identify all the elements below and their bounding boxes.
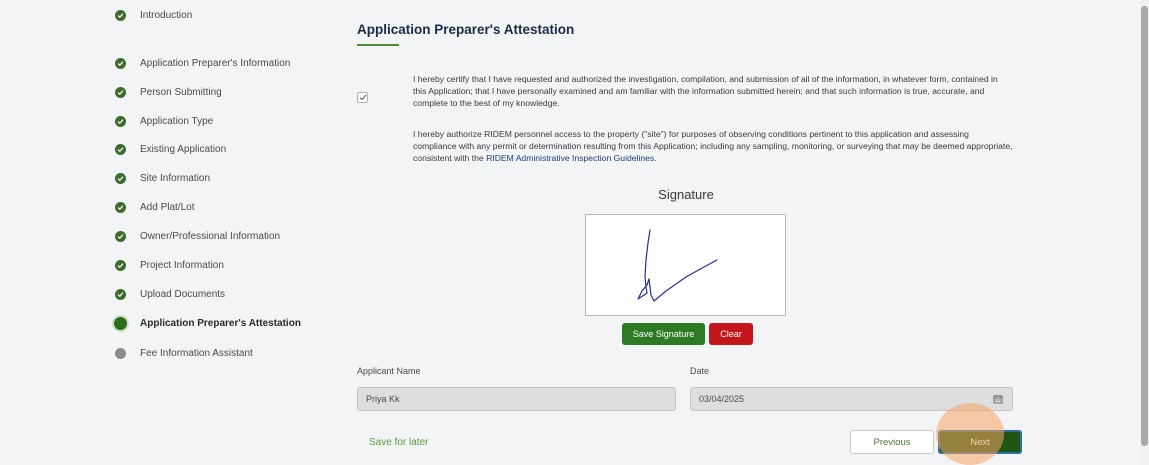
pending-step-icon <box>115 347 126 359</box>
guidelines-suffix: . <box>654 153 657 163</box>
step-item[interactable]: Site Information <box>115 168 210 188</box>
step-item[interactable]: Application Preparer's Attestation <box>114 313 301 333</box>
step-label: Application Preparer's Information <box>140 57 291 69</box>
step-item[interactable]: Owner/Professional Information <box>115 226 280 246</box>
check-circle-icon <box>115 115 126 127</box>
step-item[interactable]: Add Plat/Lot <box>115 197 194 217</box>
certify-text: I hereby certify that I have requested a… <box>413 74 998 108</box>
signature-pad[interactable] <box>585 214 786 316</box>
current-step-icon <box>114 316 127 330</box>
page-scrollbar[interactable] <box>1140 0 1149 465</box>
previous-button[interactable]: Previous <box>850 430 934 454</box>
applicant-name-value: Priya Kk <box>366 394 400 404</box>
signature-title: Signature <box>658 187 714 202</box>
step-item[interactable]: Existing Application <box>115 139 226 159</box>
title-underline <box>357 44 399 46</box>
step-label: Person Submitting <box>140 86 222 98</box>
authorize-text: I hereby authorize RIDEM personnel acces… <box>413 128 1013 164</box>
date-value: 03/04/2025 <box>699 394 745 404</box>
step-label: Project Information <box>140 259 224 271</box>
applicant-name-label: Applicant Name <box>357 366 421 376</box>
scrollbar-thumb[interactable] <box>1141 6 1148 446</box>
step-label: Owner/Professional Information <box>140 230 281 242</box>
check-circle-icon <box>115 259 126 271</box>
step-item[interactable]: Person Submitting <box>115 82 222 102</box>
check-circle-icon <box>115 201 126 213</box>
step-item[interactable]: Project Information <box>115 255 224 275</box>
application-panel: Introduction Application Preparer's Infor… <box>0 0 1140 465</box>
clear-signature-button[interactable]: Clear <box>709 323 753 345</box>
check-circle-icon <box>115 143 126 155</box>
checkmark-icon <box>359 94 366 101</box>
check-circle-icon <box>115 9 126 21</box>
step-item[interactable]: Fee Information Assistant <box>115 343 253 363</box>
step-label: Add Plat/Lot <box>140 201 195 213</box>
date-field[interactable]: 03/04/2025 <box>690 387 1013 411</box>
check-circle-icon <box>115 230 126 242</box>
save-for-later-link[interactable]: Save for later <box>369 437 428 448</box>
step-label: Introduction <box>140 9 193 21</box>
step-label: Site Information <box>140 172 211 184</box>
applicant-name-field[interactable]: Priya Kk <box>357 387 676 411</box>
step-label: Upload Documents <box>140 288 226 300</box>
calendar-icon[interactable] <box>993 394 1003 404</box>
check-circle-icon <box>115 172 126 184</box>
certify-checkbox[interactable] <box>357 92 368 103</box>
save-signature-button[interactable]: Save Signature <box>622 323 705 345</box>
next-button[interactable]: Next <box>938 430 1022 454</box>
step-item[interactable]: Upload Documents <box>115 284 225 304</box>
page-title: Application Preparer's Attestation <box>357 22 575 37</box>
step-label: Application Preparer's Attestation <box>140 317 301 329</box>
guidelines-link[interactable]: RIDEM Administrative Inspection Guidelin… <box>486 153 654 163</box>
step-item[interactable]: Application Preparer's Information <box>115 53 290 73</box>
step-label: Fee Information Assistant <box>140 347 253 359</box>
step-label: Application Type <box>140 115 214 127</box>
check-circle-icon <box>115 57 126 69</box>
date-label: Date <box>690 366 710 376</box>
step-item[interactable]: Introduction <box>115 5 192 25</box>
step-item[interactable]: Application Type <box>115 111 213 131</box>
steps-sidebar: Introduction Application Preparer's Infor… <box>0 0 340 465</box>
check-circle-icon <box>115 288 126 300</box>
check-circle-icon <box>115 86 126 98</box>
step-label: Existing Application <box>140 143 227 155</box>
signature-stroke <box>637 229 718 302</box>
